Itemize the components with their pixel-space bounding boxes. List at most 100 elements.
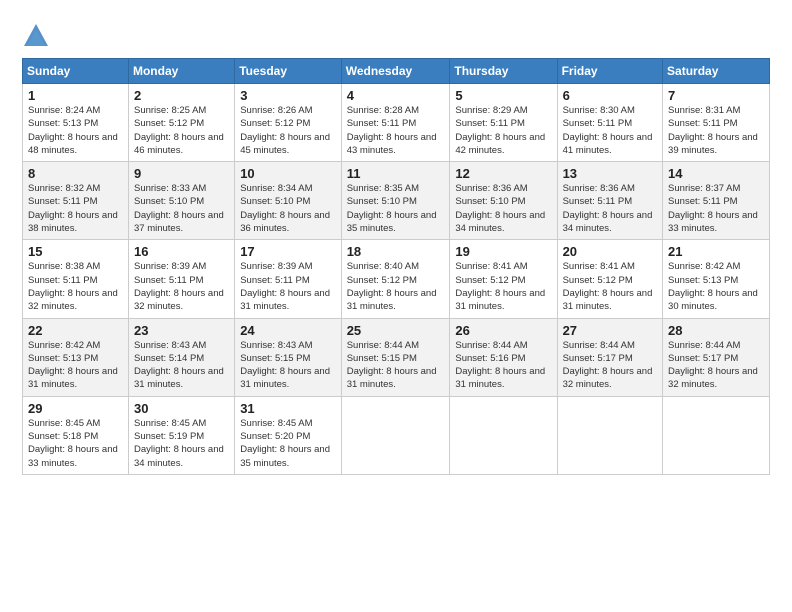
day-number: 22: [28, 323, 123, 338]
calendar-cell: 19 Sunrise: 8:41 AMSunset: 5:12 PMDaylig…: [450, 240, 557, 318]
day-info: Sunrise: 8:31 AMSunset: 5:11 PMDaylight:…: [668, 105, 758, 156]
day-number: 31: [240, 401, 336, 416]
day-info: Sunrise: 8:44 AMSunset: 5:15 PMDaylight:…: [347, 340, 437, 391]
day-number: 10: [240, 166, 336, 181]
day-number: 29: [28, 401, 123, 416]
header-saturday: Saturday: [663, 59, 770, 84]
calendar-cell: 29 Sunrise: 8:45 AMSunset: 5:18 PMDaylig…: [23, 396, 129, 474]
day-number: 12: [455, 166, 551, 181]
weekday-header-row: Sunday Monday Tuesday Wednesday Thursday…: [23, 59, 770, 84]
calendar-cell: 30 Sunrise: 8:45 AMSunset: 5:19 PMDaylig…: [128, 396, 234, 474]
day-info: Sunrise: 8:41 AMSunset: 5:12 PMDaylight:…: [563, 261, 653, 312]
calendar-cell: 1 Sunrise: 8:24 AMSunset: 5:13 PMDayligh…: [23, 84, 129, 162]
calendar-week-row: 15 Sunrise: 8:38 AMSunset: 5:11 PMDaylig…: [23, 240, 770, 318]
day-number: 18: [347, 244, 445, 259]
calendar-cell: [663, 396, 770, 474]
day-info: Sunrise: 8:32 AMSunset: 5:11 PMDaylight:…: [28, 183, 118, 234]
calendar-cell: 14 Sunrise: 8:37 AMSunset: 5:11 PMDaylig…: [663, 162, 770, 240]
calendar-cell: 8 Sunrise: 8:32 AMSunset: 5:11 PMDayligh…: [23, 162, 129, 240]
calendar-cell: 5 Sunrise: 8:29 AMSunset: 5:11 PMDayligh…: [450, 84, 557, 162]
calendar-cell: 20 Sunrise: 8:41 AMSunset: 5:12 PMDaylig…: [557, 240, 662, 318]
day-number: 21: [668, 244, 764, 259]
calendar-cell: 16 Sunrise: 8:39 AMSunset: 5:11 PMDaylig…: [128, 240, 234, 318]
day-number: 17: [240, 244, 336, 259]
day-info: Sunrise: 8:42 AMSunset: 5:13 PMDaylight:…: [668, 261, 758, 312]
calendar-table: Sunday Monday Tuesday Wednesday Thursday…: [22, 58, 770, 475]
day-number: 24: [240, 323, 336, 338]
day-number: 11: [347, 166, 445, 181]
day-info: Sunrise: 8:45 AMSunset: 5:19 PMDaylight:…: [134, 418, 224, 469]
day-number: 2: [134, 88, 229, 103]
day-info: Sunrise: 8:45 AMSunset: 5:18 PMDaylight:…: [28, 418, 118, 469]
day-info: Sunrise: 8:37 AMSunset: 5:11 PMDaylight:…: [668, 183, 758, 234]
calendar-week-row: 29 Sunrise: 8:45 AMSunset: 5:18 PMDaylig…: [23, 396, 770, 474]
day-number: 14: [668, 166, 764, 181]
calendar-cell: [341, 396, 450, 474]
day-info: Sunrise: 8:26 AMSunset: 5:12 PMDaylight:…: [240, 105, 330, 156]
day-number: 15: [28, 244, 123, 259]
day-info: Sunrise: 8:36 AMSunset: 5:10 PMDaylight:…: [455, 183, 545, 234]
day-number: 27: [563, 323, 657, 338]
day-number: 6: [563, 88, 657, 103]
day-info: Sunrise: 8:45 AMSunset: 5:20 PMDaylight:…: [240, 418, 330, 469]
day-number: 25: [347, 323, 445, 338]
day-number: 7: [668, 88, 764, 103]
day-info: Sunrise: 8:30 AMSunset: 5:11 PMDaylight:…: [563, 105, 653, 156]
calendar-cell: 26 Sunrise: 8:44 AMSunset: 5:16 PMDaylig…: [450, 318, 557, 396]
day-number: 28: [668, 323, 764, 338]
day-info: Sunrise: 8:39 AMSunset: 5:11 PMDaylight:…: [240, 261, 330, 312]
calendar-cell: 18 Sunrise: 8:40 AMSunset: 5:12 PMDaylig…: [341, 240, 450, 318]
calendar-cell: 4 Sunrise: 8:28 AMSunset: 5:11 PMDayligh…: [341, 84, 450, 162]
calendar-cell: 12 Sunrise: 8:36 AMSunset: 5:10 PMDaylig…: [450, 162, 557, 240]
day-info: Sunrise: 8:44 AMSunset: 5:17 PMDaylight:…: [668, 340, 758, 391]
day-info: Sunrise: 8:33 AMSunset: 5:10 PMDaylight:…: [134, 183, 224, 234]
day-info: Sunrise: 8:41 AMSunset: 5:12 PMDaylight:…: [455, 261, 545, 312]
calendar-cell: 2 Sunrise: 8:25 AMSunset: 5:12 PMDayligh…: [128, 84, 234, 162]
calendar-cell: 23 Sunrise: 8:43 AMSunset: 5:14 PMDaylig…: [128, 318, 234, 396]
header-monday: Monday: [128, 59, 234, 84]
calendar-cell: 25 Sunrise: 8:44 AMSunset: 5:15 PMDaylig…: [341, 318, 450, 396]
calendar-cell: 15 Sunrise: 8:38 AMSunset: 5:11 PMDaylig…: [23, 240, 129, 318]
day-number: 9: [134, 166, 229, 181]
day-info: Sunrise: 8:44 AMSunset: 5:16 PMDaylight:…: [455, 340, 545, 391]
calendar-cell: 22 Sunrise: 8:42 AMSunset: 5:13 PMDaylig…: [23, 318, 129, 396]
day-number: 20: [563, 244, 657, 259]
calendar-cell: 17 Sunrise: 8:39 AMSunset: 5:11 PMDaylig…: [235, 240, 342, 318]
calendar-cell: 24 Sunrise: 8:43 AMSunset: 5:15 PMDaylig…: [235, 318, 342, 396]
day-info: Sunrise: 8:43 AMSunset: 5:14 PMDaylight:…: [134, 340, 224, 391]
day-info: Sunrise: 8:40 AMSunset: 5:12 PMDaylight:…: [347, 261, 437, 312]
day-info: Sunrise: 8:28 AMSunset: 5:11 PMDaylight:…: [347, 105, 437, 156]
day-number: 23: [134, 323, 229, 338]
day-number: 1: [28, 88, 123, 103]
calendar-cell: 9 Sunrise: 8:33 AMSunset: 5:10 PMDayligh…: [128, 162, 234, 240]
header-sunday: Sunday: [23, 59, 129, 84]
day-number: 5: [455, 88, 551, 103]
calendar-week-row: 22 Sunrise: 8:42 AMSunset: 5:13 PMDaylig…: [23, 318, 770, 396]
header-thursday: Thursday: [450, 59, 557, 84]
header-friday: Friday: [557, 59, 662, 84]
day-number: 13: [563, 166, 657, 181]
calendar-cell: 21 Sunrise: 8:42 AMSunset: 5:13 PMDaylig…: [663, 240, 770, 318]
day-info: Sunrise: 8:43 AMSunset: 5:15 PMDaylight:…: [240, 340, 330, 391]
day-info: Sunrise: 8:25 AMSunset: 5:12 PMDaylight:…: [134, 105, 224, 156]
day-info: Sunrise: 8:39 AMSunset: 5:11 PMDaylight:…: [134, 261, 224, 312]
day-number: 30: [134, 401, 229, 416]
calendar-week-row: 1 Sunrise: 8:24 AMSunset: 5:13 PMDayligh…: [23, 84, 770, 162]
header: [22, 18, 770, 50]
logo-icon: [22, 22, 50, 50]
calendar-cell: 6 Sunrise: 8:30 AMSunset: 5:11 PMDayligh…: [557, 84, 662, 162]
calendar-cell: 10 Sunrise: 8:34 AMSunset: 5:10 PMDaylig…: [235, 162, 342, 240]
logo: [22, 22, 54, 50]
day-info: Sunrise: 8:29 AMSunset: 5:11 PMDaylight:…: [455, 105, 545, 156]
header-wednesday: Wednesday: [341, 59, 450, 84]
day-info: Sunrise: 8:36 AMSunset: 5:11 PMDaylight:…: [563, 183, 653, 234]
calendar-cell: 31 Sunrise: 8:45 AMSunset: 5:20 PMDaylig…: [235, 396, 342, 474]
day-number: 8: [28, 166, 123, 181]
calendar-cell: 27 Sunrise: 8:44 AMSunset: 5:17 PMDaylig…: [557, 318, 662, 396]
day-number: 16: [134, 244, 229, 259]
page: Sunday Monday Tuesday Wednesday Thursday…: [0, 0, 792, 612]
day-info: Sunrise: 8:35 AMSunset: 5:10 PMDaylight:…: [347, 183, 437, 234]
day-number: 26: [455, 323, 551, 338]
day-number: 4: [347, 88, 445, 103]
calendar-cell: [450, 396, 557, 474]
